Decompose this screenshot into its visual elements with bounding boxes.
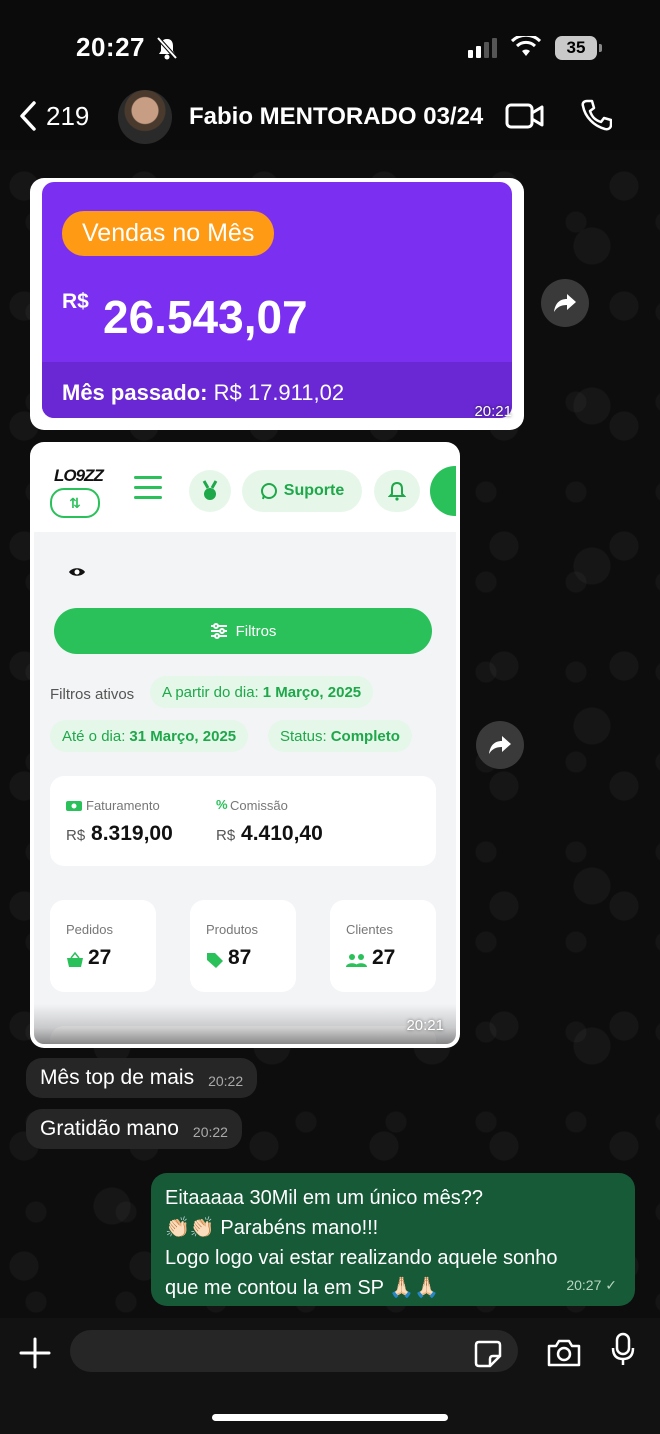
loggz-image-message[interactable]: LO9ZZ ⇅ Suporte Filtros Filtros ativos A… <box>30 442 460 1048</box>
filtros-ativos-label: Filtros ativos <box>50 686 135 703</box>
message-time: 20:21 <box>474 403 512 420</box>
last-month-label: Mês passado: <box>62 380 208 405</box>
sticker-icon[interactable] <box>474 1340 502 1368</box>
vendas-card: Vendas no Mês R$ 26.543,07 Mês passado: … <box>42 182 512 418</box>
user-avatar-icon <box>430 466 456 516</box>
message-line: 👏🏻👏🏻 Parabéns mano!!! <box>165 1217 379 1239</box>
camera-icon[interactable] <box>546 1338 582 1368</box>
sliders-icon <box>210 623 227 639</box>
users-icon <box>346 954 367 967</box>
battery-icon: 35 <box>555 36 602 60</box>
filtros-label: Filtros <box>235 622 277 640</box>
chip-from-value: 1 Março, 2025 <box>262 683 362 701</box>
forward-icon <box>554 294 576 312</box>
vendas-currency: R$ <box>62 290 89 313</box>
plus-icon[interactable] <box>18 1336 52 1370</box>
faturamento-label: Faturamento <box>86 798 160 813</box>
message-time: 20:22 <box>192 1124 228 1140</box>
incoming-message[interactable]: Gratidão mano 20:22 <box>26 1109 242 1149</box>
wifi-icon <box>511 36 541 56</box>
chip-to-label: Até o dia: <box>62 727 126 745</box>
message-input[interactable] <box>70 1330 518 1372</box>
message-composer <box>0 1318 660 1434</box>
microphone-icon[interactable] <box>611 1332 635 1368</box>
outgoing-message[interactable]: Eitaaaaa 30Mil em um único mês?? 👏🏻👏🏻 Pa… <box>151 1173 635 1306</box>
message-time: 20:21 <box>406 1017 444 1034</box>
whatsapp-icon <box>260 483 277 500</box>
produtos-label: Produtos <box>206 922 259 937</box>
percent-icon: % <box>216 797 228 812</box>
home-indicator <box>212 1414 448 1421</box>
comissao-value: R$ 4.410,40 <box>216 822 323 846</box>
message-text: Gratidão mano <box>40 1117 179 1140</box>
last-month-value: R$ 17.911,02 <box>207 380 345 405</box>
comissao-label: Comissão <box>230 798 288 813</box>
vendas-last-month: Mês passado: R$ 17.911,02 <box>62 380 344 406</box>
loggz-topbar: LO9ZZ ⇅ Suporte <box>34 446 456 532</box>
status-bar: 20:27 35 <box>0 0 660 96</box>
back-button[interactable]: 219 <box>18 100 89 132</box>
chip-status: Status: Completo <box>268 720 412 752</box>
clientes-value: 27 <box>372 946 396 969</box>
bell-icon <box>374 470 420 512</box>
faturamento-currency: R$ <box>66 827 86 844</box>
phone-icon[interactable] <box>580 98 612 132</box>
menu-icon <box>134 476 162 506</box>
produtos-value: 87 <box>228 946 252 969</box>
vendas-value: 26.543,07 <box>103 291 308 343</box>
tag-icon <box>207 953 223 968</box>
comissao-amount: 4.410,40 <box>241 822 323 845</box>
message-line: que me contou la em SP 🙏🏻🙏🏻 <box>165 1277 440 1299</box>
pedidos-card: Pedidos 27 <box>50 900 156 992</box>
filtros-button: Filtros <box>54 608 432 654</box>
faturamento-amount: 8.319,00 <box>91 822 173 845</box>
faturamento-value: R$ 8.319,00 <box>66 822 173 846</box>
vendas-footer: Mês passado: R$ 17.911,02 <box>42 362 512 418</box>
basket-icon <box>67 952 83 967</box>
suporte-button: Suporte <box>242 470 362 512</box>
chip-status-label: Status: <box>280 727 327 745</box>
money-icon <box>66 801 82 811</box>
chevron-left-icon <box>20 101 36 131</box>
status-time: 20:27 <box>76 32 145 62</box>
contact-name[interactable]: Fabio MENTORADO 03/24 <box>189 103 483 131</box>
chip-from-date: A partir do dia: 1 Março, 2025 <box>150 676 374 708</box>
chip-from-label: A partir do dia: <box>162 683 259 701</box>
message-line: Eitaaaaa 30Mil em um único mês?? <box>165 1187 483 1209</box>
clientes-label: Clientes <box>346 922 393 937</box>
pedidos-value: 27 <box>88 946 112 969</box>
chip-to-date: Até o dia: 31 Março, 2025 <box>50 720 249 752</box>
loggz-screenshot: LO9ZZ ⇅ Suporte Filtros Filtros ativos A… <box>34 446 456 1044</box>
faturamento-card: Faturamento R$ 8.319,00 % Comissão R$ 4.… <box>50 776 436 866</box>
forward-button[interactable] <box>541 279 589 327</box>
comissao-currency: R$ <box>216 827 236 844</box>
message-text: Mês top de mais <box>40 1066 195 1089</box>
clientes-card: Clientes 27 <box>330 900 436 992</box>
video-call-icon[interactable] <box>505 102 545 130</box>
suporte-label: Suporte <box>283 482 345 499</box>
chip-status-value: Completo <box>330 727 400 745</box>
forward-icon <box>489 736 511 754</box>
image-fade <box>34 1004 456 1044</box>
bell-off-icon <box>156 36 178 60</box>
pedidos-label: Pedidos <box>66 922 113 937</box>
avatar[interactable] <box>118 90 172 144</box>
incoming-message[interactable]: Mês top de mais 20:22 <box>26 1058 258 1098</box>
message-time: 20:27 ✓ <box>566 1277 617 1293</box>
vendas-image-message[interactable]: Vendas no Mês R$ 26.543,07 Mês passado: … <box>30 178 524 430</box>
message-time: 20:22 <box>208 1073 244 1089</box>
produtos-card: Produtos 87 <box>190 900 296 992</box>
forward-button[interactable] <box>476 721 524 769</box>
eye-icon <box>69 568 85 576</box>
vendas-pill: Vendas no Mês <box>62 211 275 256</box>
loggz-logo: LO9ZZ <box>54 466 104 485</box>
chip-to-value: 31 Março, 2025 <box>129 727 237 745</box>
unread-count: 219 <box>46 100 90 131</box>
swap-icon: ⇅ <box>50 488 100 518</box>
message-line: Logo logo vai estar realizando aquele so… <box>165 1247 558 1269</box>
medal-icon <box>189 470 231 512</box>
chat-header: 219 Fabio MENTORADO 03/24 <box>0 88 660 150</box>
signal-icon <box>468 38 497 58</box>
